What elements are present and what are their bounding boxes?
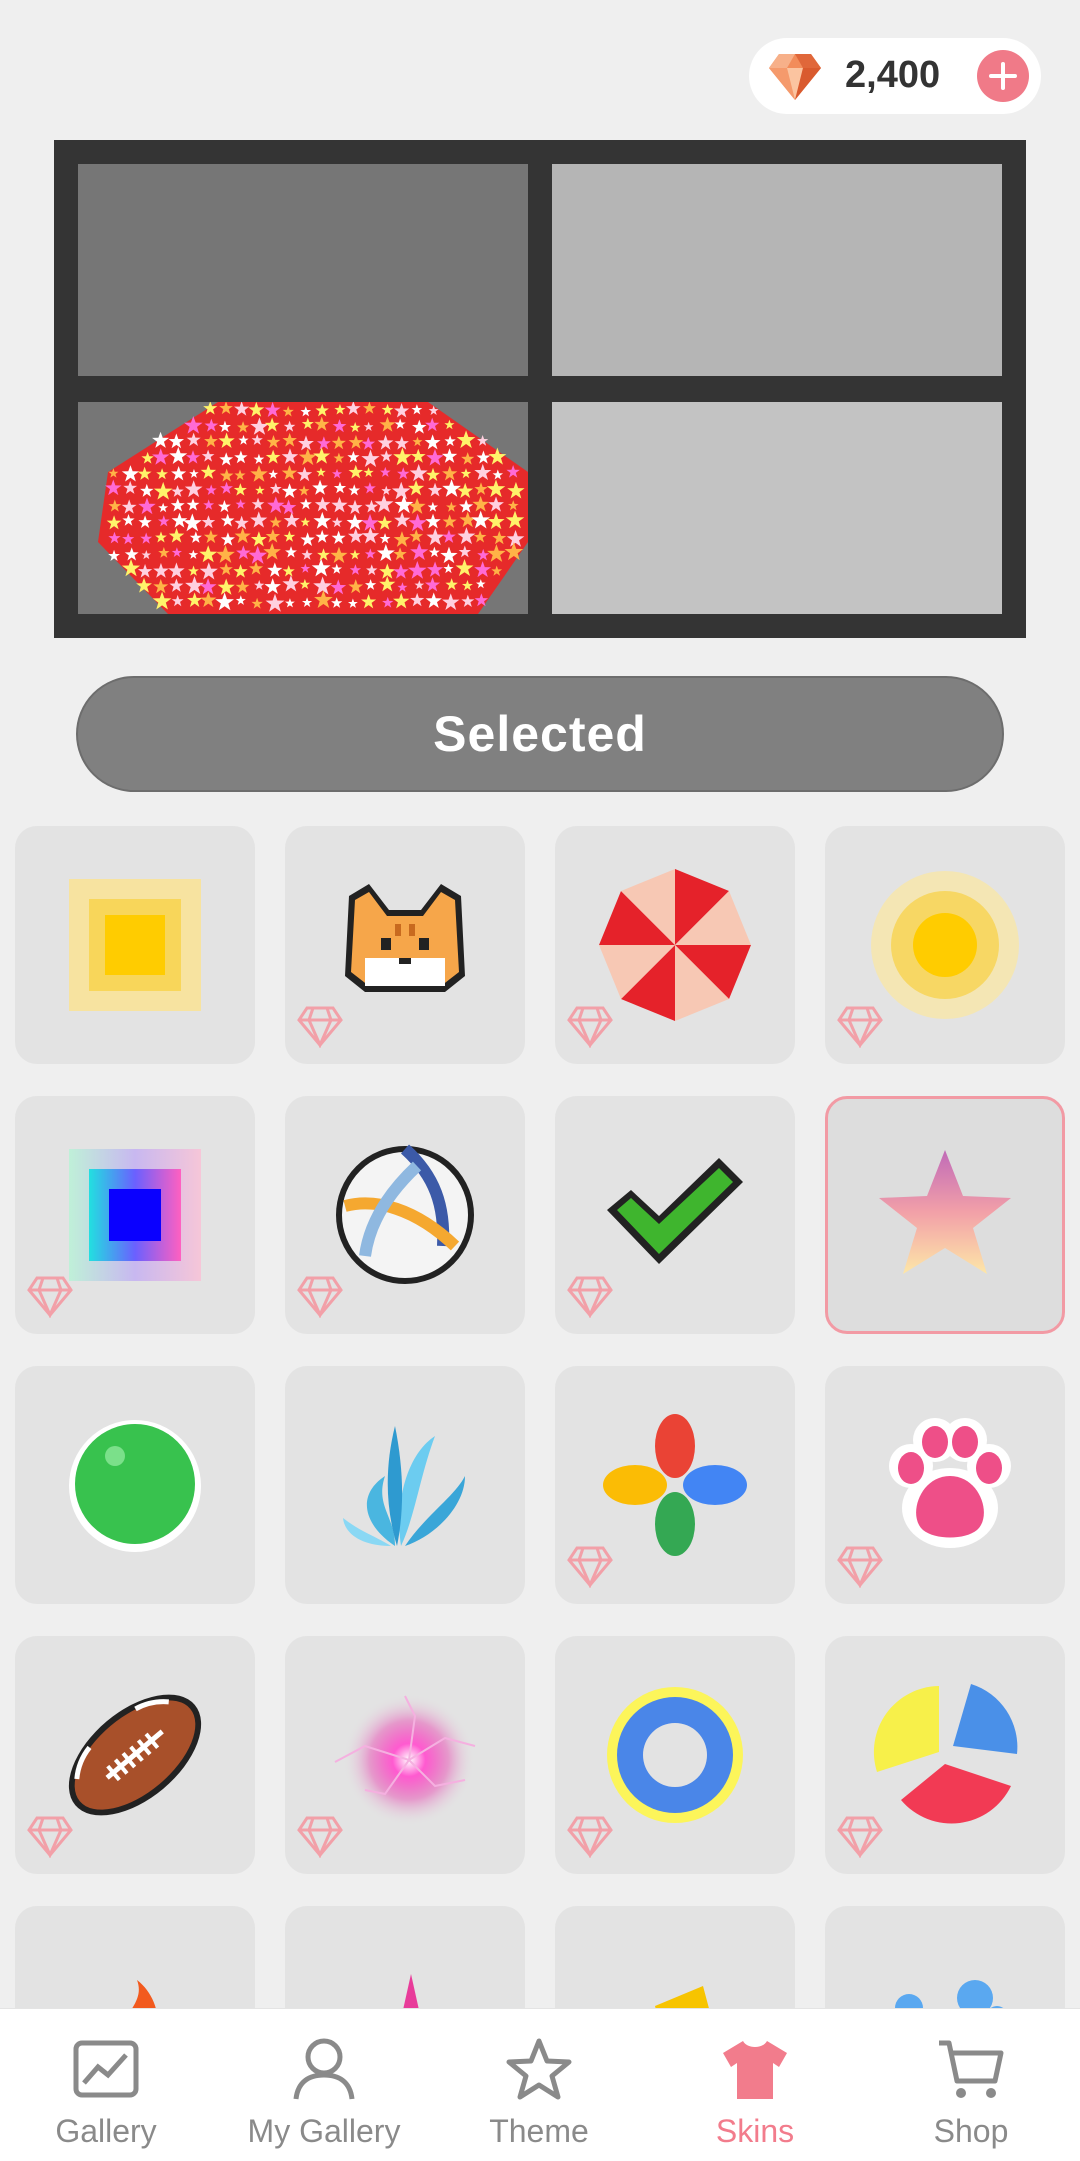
premium-gem-icon xyxy=(567,1276,613,1318)
gradient-star-icon xyxy=(879,1150,1011,1274)
premium-gem-icon xyxy=(567,1546,613,1588)
skin-volleyball[interactable] xyxy=(285,1096,525,1334)
preview-cell xyxy=(552,164,1002,376)
umbrella-icon xyxy=(599,869,751,1021)
skin-red-umbrella[interactable] xyxy=(555,826,795,1064)
ring-icon xyxy=(607,1687,743,1823)
lightning-icon xyxy=(334,1694,476,1826)
shirt-icon xyxy=(723,2041,787,2099)
skin-blue-ring[interactable] xyxy=(555,1636,795,1874)
nav-gallery[interactable]: Gallery xyxy=(6,2009,206,2161)
bottom-nav: Gallery My Gallery Theme Skins Shop xyxy=(0,2008,1080,2161)
premium-gem-icon xyxy=(567,1816,613,1858)
skin-yellow-square[interactable] xyxy=(15,826,255,1064)
water-splash-icon xyxy=(343,1426,465,1546)
nav-label: Theme xyxy=(489,2113,589,2149)
skin-preview xyxy=(54,140,1026,638)
skin-color-petals[interactable] xyxy=(555,1366,795,1604)
gallery-icon xyxy=(73,2040,139,2098)
yellow-square-icon xyxy=(69,879,201,1011)
skin-pie-slices[interactable] xyxy=(825,1636,1065,1874)
premium-gem-icon xyxy=(837,1006,883,1048)
gem-balance: 2,400 xyxy=(845,54,941,96)
skin-pixel-check[interactable] xyxy=(555,1096,795,1334)
premium-gem-icon xyxy=(27,1276,73,1318)
selected-button[interactable]: Selected xyxy=(76,676,1004,792)
preview-cell xyxy=(552,402,1002,614)
pie-slices-icon xyxy=(873,1684,1018,1824)
skin-rainbow-square[interactable] xyxy=(15,1096,255,1334)
skin-pink-lightning[interactable] xyxy=(285,1636,525,1874)
nav-label: Gallery xyxy=(55,2113,157,2149)
person-icon xyxy=(293,2038,355,2100)
skin-gradient-star[interactable] xyxy=(825,1096,1065,1334)
nav-theme[interactable]: Theme xyxy=(439,2009,639,2161)
skin-green-ball[interactable] xyxy=(15,1366,255,1604)
nav-label: Skins xyxy=(715,2113,795,2149)
paw-icon xyxy=(889,1418,1011,1548)
star-fill-preview xyxy=(98,402,528,614)
premium-gem-icon xyxy=(297,1816,343,1858)
star-icon xyxy=(506,2038,572,2100)
volleyball-icon xyxy=(336,1144,474,1284)
skin-football[interactable] xyxy=(15,1636,255,1874)
petals-icon xyxy=(603,1414,747,1556)
check-icon xyxy=(607,1158,743,1264)
green-ball-icon xyxy=(69,1420,201,1552)
skin-yellow-dot[interactable] xyxy=(825,826,1065,1064)
nav-label: My Gallery xyxy=(247,2113,401,2149)
premium-gem-icon xyxy=(297,1276,343,1318)
premium-gem-icon xyxy=(297,1006,343,1048)
nav-my-gallery[interactable]: My Gallery xyxy=(224,2009,424,2161)
yellow-dot-icon xyxy=(871,871,1019,1019)
skin-pixel-cat[interactable] xyxy=(285,826,525,1064)
pixel-cat-icon xyxy=(345,884,465,992)
premium-gem-icon xyxy=(837,1546,883,1588)
skin-water-splash[interactable] xyxy=(285,1366,525,1604)
rainbow-square-icon xyxy=(69,1149,201,1281)
football-icon xyxy=(68,1694,202,1816)
preview-cell xyxy=(78,164,528,376)
nav-skins[interactable]: Skins xyxy=(655,2009,855,2161)
preview-cell-fill xyxy=(78,402,528,614)
cart-icon xyxy=(939,2040,1004,2098)
skin-paw-print[interactable] xyxy=(825,1366,1065,1604)
premium-gem-icon xyxy=(837,1816,883,1858)
gem-icon xyxy=(769,54,821,100)
premium-gem-icon xyxy=(567,1006,613,1048)
premium-gem-icon xyxy=(27,1816,73,1858)
add-gems-button[interactable] xyxy=(977,50,1029,102)
nav-shop[interactable]: Shop xyxy=(871,2009,1071,2161)
currency-pill: 2,400 xyxy=(749,38,1041,114)
nav-label: Shop xyxy=(933,2113,1009,2149)
